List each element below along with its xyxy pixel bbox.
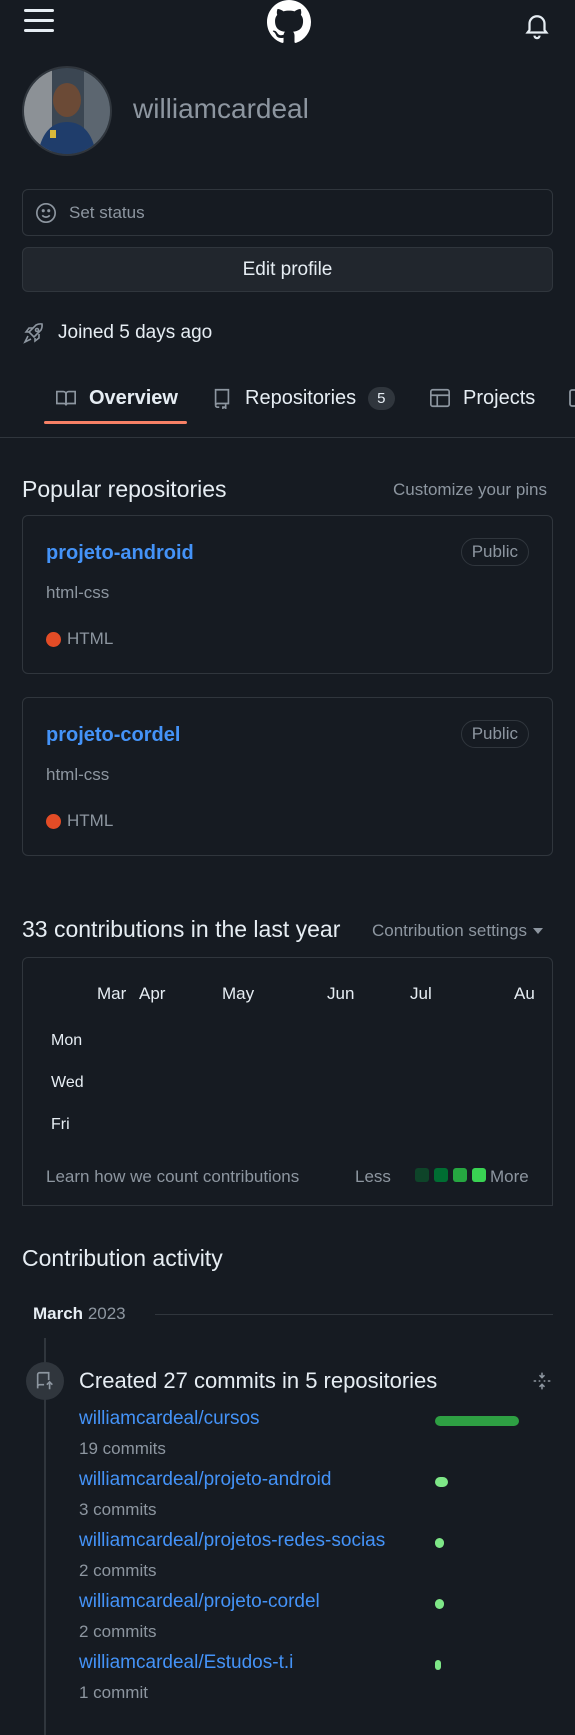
language-color-dot <box>46 631 61 647</box>
repo-language: HTML <box>46 811 113 831</box>
legend-square <box>434 1168 448 1182</box>
commit-count-link[interactable]: 3 commits <box>79 1500 156 1520</box>
tab-label: Repositories <box>245 386 357 409</box>
contribution-settings-dropdown[interactable]: Contribution settings <box>372 921 543 941</box>
commit-progress-bar <box>435 1477 448 1487</box>
repo-language: HTML <box>46 629 113 649</box>
repo-description: html-css <box>46 583 110 602</box>
repo-count-badge: 5 <box>368 386 395 410</box>
commit-progress-bar <box>435 1538 444 1548</box>
contribution-settings-label: Contribution settings <box>372 921 527 940</box>
visibility-badge: Public <box>460 720 529 748</box>
visibility-badge: Public <box>460 538 529 566</box>
month-label: Jul <box>410 984 432 1003</box>
language-label: HTML <box>67 811 114 830</box>
repo-link[interactable]: williamcardeal/projeto-cordel <box>79 1591 320 1613</box>
legend-square <box>415 1168 429 1182</box>
repo-icon <box>211 387 233 409</box>
commit-progress-bar <box>435 1416 519 1426</box>
book-icon <box>55 387 77 409</box>
learn-contributions-link[interactable]: Learn how we count contributions <box>46 1167 299 1187</box>
repo-link[interactable]: williamcardeal/cursos <box>79 1408 260 1430</box>
tab-more-partial[interactable] <box>569 372 575 424</box>
legend-square <box>453 1168 467 1182</box>
legend-more-label: More <box>490 1167 529 1186</box>
joined-info: Joined 5 days ago <box>22 321 212 345</box>
commit-count-link[interactable]: 1 commit <box>79 1683 148 1703</box>
smiley-icon <box>35 202 57 224</box>
activity-year: 2023 <box>87 1304 126 1323</box>
weekday-label: Mon <box>51 1032 83 1049</box>
repo-name-link[interactable]: projeto-cordel <box>46 724 180 747</box>
tab-projects[interactable]: Projects <box>429 372 535 424</box>
rocket-icon <box>22 321 46 345</box>
joined-text: Joined 5 days ago <box>58 322 213 343</box>
pinned-repo-card: projeto-cordel Public html-css HTML <box>22 697 553 856</box>
month-label: Apr <box>139 984 166 1003</box>
contribution-activity-title: Contribution activity <box>22 1245 223 1271</box>
commit-progress-bar <box>435 1599 444 1609</box>
username: williamcardeal <box>133 93 309 124</box>
activity-month: March <box>33 1304 84 1323</box>
contribution-calendar: Mar Apr May Jun Jul Au Mon Wed Fri Learn… <box>22 957 553 1206</box>
month-label: Mar <box>97 984 127 1003</box>
repo-link[interactable]: williamcardeal/projeto-android <box>79 1469 331 1491</box>
commit-summary: Created 27 commits in 5 repositories <box>79 1368 438 1393</box>
contributions-title: 33 contributions in the last year <box>22 916 341 942</box>
language-label: HTML <box>67 629 114 648</box>
tab-repositories[interactable]: Repositories 5 <box>211 372 395 424</box>
caret-down-icon <box>532 928 543 934</box>
commit-count-link[interactable]: 19 commits <box>79 1439 166 1459</box>
status-placeholder: Set status <box>69 202 145 222</box>
tab-label: Projects <box>463 386 536 409</box>
tab-overview[interactable]: Overview <box>55 372 178 424</box>
divider <box>155 1314 553 1315</box>
popular-repositories-title: Popular repositories <box>22 476 227 502</box>
language-color-dot <box>46 813 61 829</box>
active-tab-indicator <box>44 421 187 424</box>
edit-profile-button[interactable]: Edit profile <box>22 247 553 292</box>
customize-pins-link[interactable]: Customize your pins <box>393 480 547 500</box>
repo-link[interactable]: williamcardeal/Estudos-t.i <box>79 1652 293 1674</box>
tab-label: Overview <box>89 386 178 409</box>
legend-less-label: Less <box>355 1167 391 1186</box>
legend-square <box>472 1168 486 1182</box>
activity-month-heading: March 2023 <box>33 1304 126 1324</box>
bell-icon[interactable] <box>522 10 552 40</box>
month-label: May <box>222 984 255 1003</box>
repo-description: html-css <box>46 765 110 784</box>
set-status-button[interactable]: Set status <box>22 189 553 236</box>
commit-count-link[interactable]: 2 commits <box>79 1561 156 1581</box>
weekday-label: Fri <box>51 1116 70 1133</box>
avatar[interactable] <box>22 66 112 156</box>
repo-link[interactable]: williamcardeal/projetos-redes-socias <box>79 1530 385 1552</box>
table-icon <box>429 387 451 409</box>
commit-progress-bar <box>435 1660 441 1670</box>
month-label: Jun <box>327 984 355 1003</box>
commit-count-link[interactable]: 2 commits <box>79 1622 156 1642</box>
fold-icon[interactable] <box>532 1371 552 1391</box>
month-label: Au <box>514 984 535 1003</box>
repo-push-icon <box>26 1362 64 1400</box>
pinned-repo-card: projeto-android Public html-css HTML <box>22 515 553 674</box>
profile-tabs: Overview Repositories 5 Projects <box>0 372 575 438</box>
weekday-label: Wed <box>51 1074 84 1091</box>
repo-name-link[interactable]: projeto-android <box>46 542 194 565</box>
github-mark-icon[interactable] <box>266 0 312 44</box>
hamburger-menu-icon[interactable] <box>22 3 56 39</box>
